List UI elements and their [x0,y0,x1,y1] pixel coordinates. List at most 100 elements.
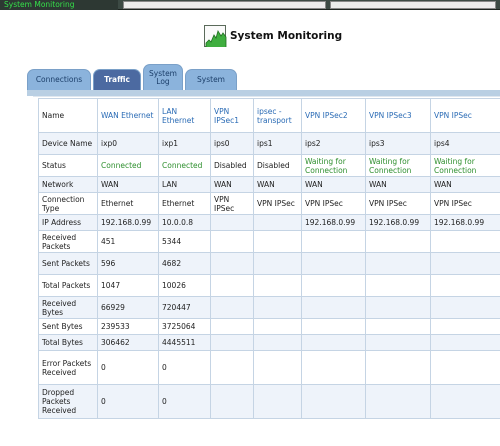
table-cell: WAN [301,176,366,193]
table-cell [253,274,302,297]
table-cell: 3725064 [158,318,211,335]
table-header-row: Name WAN Ethernet LAN Ethernet VPN IPSec1 ip… [38,98,500,133]
row-label: Network [38,176,98,193]
table-cell [210,274,254,297]
table-row: Dropped Packets Received 0 0 [38,384,500,419]
table-row: Sent Bytes 239533 3725064 [38,318,500,335]
row-label: Total Bytes [38,334,98,351]
tab-connections[interactable]: Connections [27,69,91,91]
row-label: IP Address [38,214,98,231]
table-row: Received Packets 451 5344 [38,230,500,253]
titlebar-field [330,1,496,9]
table-cell: Ethernet [158,192,211,215]
table-cell [253,230,302,253]
table-cell: 1047 [97,274,159,297]
table-cell: 4682 [158,252,211,275]
table-cell: VPN IPSec [253,192,302,215]
table-cell: 10026 [158,274,211,297]
table-row: Total Packets 1047 10026 [38,274,500,297]
table-row: Status Connected Connected Disabled Disabled… [38,154,500,177]
table-cell [253,384,302,419]
column-header: VPN IPSec [430,98,500,133]
table-cell: Waiting for Connection [301,154,366,177]
table-cell: LAN [158,176,211,193]
table-cell [365,384,431,419]
table-cell [430,318,500,335]
table-cell: Ethernet [97,192,159,215]
row-label: Status [38,154,98,177]
table-row: Device Name ixp0 ixp1 ips0 ips1 ips2 ips3 ips4 [38,132,500,155]
table-cell: 10.0.0.8 [158,214,211,231]
table-cell: ips3 [365,132,431,155]
table-row: Sent Packets 596 4682 [38,252,500,275]
table-cell [301,318,366,335]
tab-system-log[interactable]: System Log [143,64,183,91]
table-cell [301,230,366,253]
table-cell: 66929 [97,296,159,319]
table-cell: 306462 [97,334,159,351]
table-cell [301,296,366,319]
table-row: Network WAN LAN WAN WAN WAN WAN WAN [38,176,500,193]
table-cell [210,318,254,335]
table-cell: 192.168.0.99 [97,214,159,231]
table-cell [253,334,302,351]
table-cell [430,334,500,351]
table-cell [365,252,431,275]
table-cell [301,252,366,275]
table-cell [365,274,431,297]
table-cell [430,274,500,297]
table-cell: 192.168.0.99 [301,214,366,231]
tab-system[interactable]: System [185,69,237,91]
table-cell [365,350,431,385]
table-cell [365,318,431,335]
row-label: Sent Bytes [38,318,98,335]
table-cell: 192.168.0.99 [430,214,500,231]
table-cell [430,350,500,385]
row-label: Sent Packets [38,252,98,275]
row-label: Connection Type [38,192,98,215]
table-cell: ips0 [210,132,254,155]
column-header: VPN IPSec1 [210,98,254,133]
table-cell: WAN [97,176,159,193]
table-cell [430,252,500,275]
tab-traffic[interactable]: Traffic [93,69,141,91]
table-cell: WAN [210,176,254,193]
table-cell [430,384,500,419]
table-cell [210,252,254,275]
table-cell: Waiting for Connection [430,154,500,177]
tab-bar: Connections Traffic System Log System [27,64,247,91]
table-cell [210,334,254,351]
table-cell [365,230,431,253]
table-cell [430,296,500,319]
table-cell: 4445511 [158,334,211,351]
table-cell: Connected [97,154,159,177]
column-header: ipsec - transport [253,98,302,133]
window-titlebar: System Monitoring [0,0,500,10]
table-cell: 720447 [158,296,211,319]
divider [33,96,500,97]
table-cell: Disabled [210,154,254,177]
table-cell [253,214,302,231]
row-label: Dropped Packets Received [38,384,98,419]
table-cell: 451 [97,230,159,253]
column-header: VPN IPSec3 [365,98,431,133]
table-row: Received Bytes 66929 720447 [38,296,500,319]
table-cell: ixp0 [97,132,159,155]
column-header: LAN Ethernet [158,98,211,133]
table-cell: ips4 [430,132,500,155]
table-cell [210,384,254,419]
table-cell [365,296,431,319]
table-cell: WAN [253,176,302,193]
table-cell [301,274,366,297]
table-cell [253,252,302,275]
page-title: System Monitoring [230,30,343,42]
table-cell: 5344 [158,230,211,253]
table-cell: VPN IPSec [210,192,254,215]
table-row: Connection Type Ethernet Ethernet VPN IPSec… [38,192,500,215]
table-cell: 0 [97,350,159,385]
titlebar-field [123,1,326,9]
table-cell: 0 [158,350,211,385]
table-cell: 192.168.0.99 [365,214,431,231]
table-cell: VPN IPSec [365,192,431,215]
table-cell: WAN [430,176,500,193]
